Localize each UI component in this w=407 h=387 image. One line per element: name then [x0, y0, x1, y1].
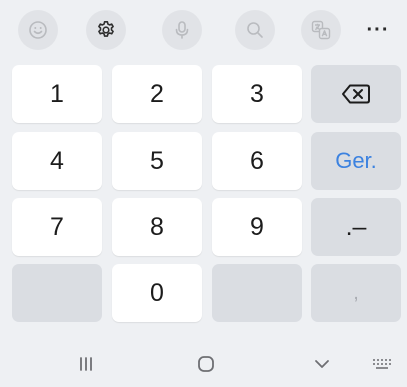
- keyboard: ··· 1 2 3 4 5 6 Ger. 7 8 9 .– 0 ,: [0, 0, 407, 387]
- backspace-icon: [342, 84, 370, 104]
- key-4[interactable]: 4: [12, 132, 102, 190]
- blank-key-right: [212, 264, 302, 322]
- key-6[interactable]: 6: [212, 132, 302, 190]
- key-0[interactable]: 0: [112, 264, 202, 322]
- keyboard-icon[interactable]: [370, 352, 394, 376]
- translate-icon[interactable]: [301, 10, 341, 50]
- backspace-button[interactable]: [311, 65, 401, 123]
- key-8[interactable]: 8: [112, 198, 202, 256]
- search-icon[interactable]: [235, 10, 275, 50]
- back-chevron-icon[interactable]: [310, 352, 334, 376]
- key-7[interactable]: 7: [12, 198, 102, 256]
- go-button[interactable]: Ger.: [311, 132, 401, 190]
- settings-icon[interactable]: [86, 10, 126, 50]
- emoji-icon[interactable]: [18, 10, 58, 50]
- blank-key-left: [12, 264, 102, 322]
- key-3[interactable]: 3: [212, 65, 302, 123]
- key-9[interactable]: 9: [212, 198, 302, 256]
- home-icon[interactable]: [194, 352, 218, 376]
- comma-key[interactable]: ,: [311, 264, 401, 322]
- key-1[interactable]: 1: [12, 65, 102, 123]
- keyboard-toolbar: ···: [0, 0, 407, 62]
- more-options-button[interactable]: ···: [365, 17, 391, 43]
- key-5[interactable]: 5: [112, 132, 202, 190]
- navigation-bar: [0, 340, 407, 387]
- numeric-keypad: 1 2 3 4 5 6 Ger. 7 8 9 .– 0 ,: [0, 62, 407, 326]
- microphone-icon[interactable]: [162, 10, 202, 50]
- more-options-label: ···: [366, 19, 390, 41]
- dot-dash-key[interactable]: .–: [311, 198, 401, 256]
- key-2[interactable]: 2: [112, 65, 202, 123]
- recents-icon[interactable]: [74, 352, 98, 376]
